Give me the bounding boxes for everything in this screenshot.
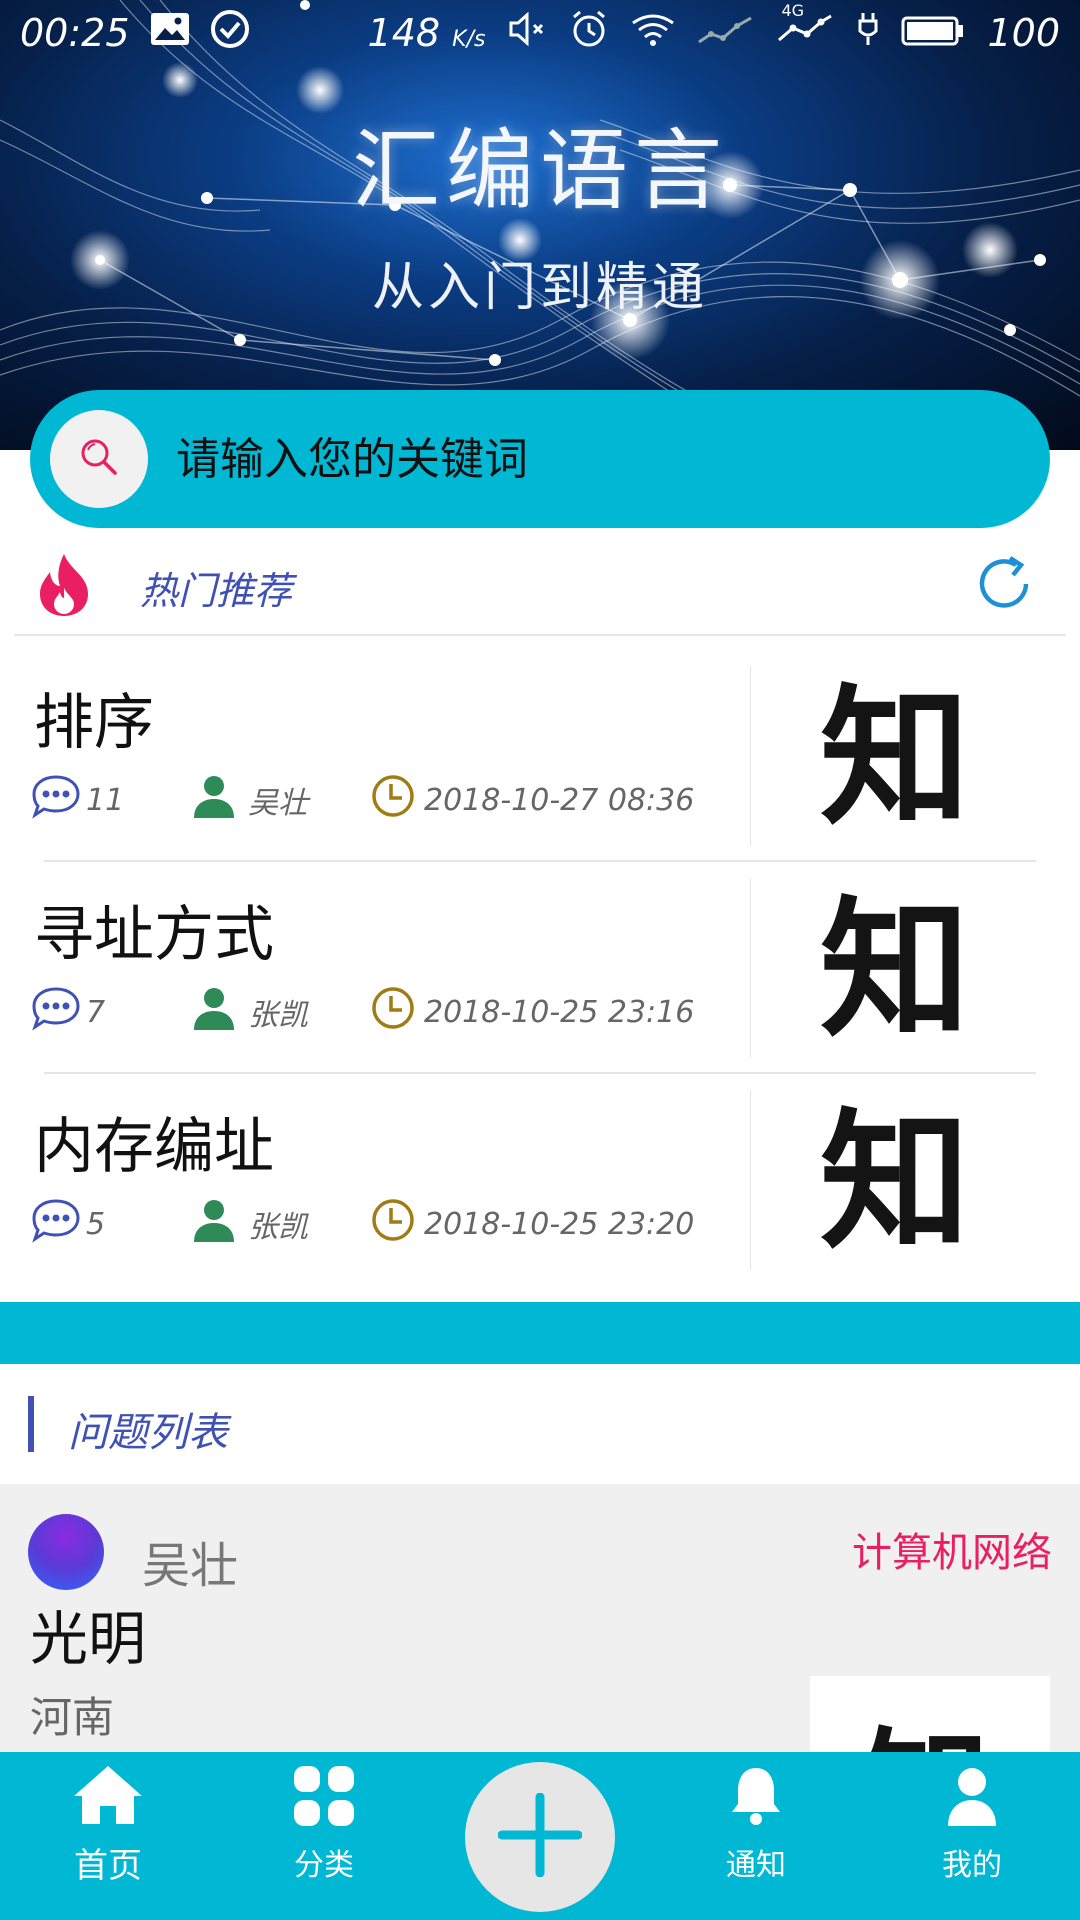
question-title: 光明	[30, 1605, 147, 1673]
nav-notify-label: 通知	[726, 1848, 786, 1883]
post-time: 2018-10-27 08:36	[370, 773, 694, 827]
thumbnail: 知	[819, 881, 970, 1058]
nav-category-label: 分类	[294, 1848, 354, 1883]
question-card[interactable]: 吴壮 计算机网络 光明 河南 知	[0, 1484, 1080, 1756]
alarm-icon	[569, 9, 609, 58]
question-location: 河南	[30, 1693, 115, 1742]
comment-count-value: 5	[86, 1206, 106, 1242]
nav-home[interactable]: 首页	[38, 1764, 178, 1914]
speed-value: 148	[367, 11, 441, 55]
fire-icon	[34, 552, 94, 622]
clock-icon	[370, 773, 416, 827]
post-time-value: 2018-10-27 08:36	[424, 782, 695, 818]
status-bar: 00:25 148 K/s 4G 100	[0, 0, 1080, 66]
refresh-icon[interactable]	[974, 554, 1036, 620]
hot-header: 热门推荐	[14, 540, 1066, 636]
thumbnail-glyph: 知	[860, 1686, 990, 1756]
search-button[interactable]	[50, 410, 148, 508]
status-time: 00:25	[20, 11, 130, 55]
banner: 00:25 148 K/s 4G 100 汇编语言 从入门到精通	[0, 0, 1080, 450]
nav-notify[interactable]: 通知	[686, 1764, 826, 1914]
wifi-icon	[631, 11, 675, 56]
image-icon	[150, 11, 190, 55]
avatar[interactable]	[28, 1514, 104, 1590]
bell-icon	[728, 1764, 784, 1832]
battery-level: 100	[987, 11, 1060, 55]
comment-icon	[30, 1197, 82, 1251]
user-icon	[190, 772, 238, 828]
nav-home-label: 首页	[74, 1846, 142, 1886]
plus-icon	[497, 1792, 583, 1881]
add-button[interactable]	[465, 1762, 615, 1912]
hot-item-meta: 11 吴壮 2018-10-27 08:36	[30, 775, 730, 825]
comment-icon	[30, 985, 82, 1039]
question-list-header: 问题列表	[0, 1364, 1080, 1484]
user-icon	[190, 984, 238, 1040]
question-thumbnail: 知	[810, 1676, 1050, 1756]
clock-icon	[370, 1197, 416, 1251]
comment-count: 5	[30, 1197, 190, 1251]
comment-icon	[30, 773, 82, 827]
thumbnail: 知	[819, 1093, 970, 1270]
hot-list: 排序 11 吴壮 2018-10-27 08:36 知 寻址方式 7 张凯 20…	[0, 650, 1080, 1286]
post-time: 2018-10-25 23:16	[370, 985, 694, 1039]
search-icon	[75, 433, 123, 485]
hot-item-title: 排序	[34, 688, 154, 758]
hot-item-title: 寻址方式	[34, 900, 274, 970]
hot-title: 热门推荐	[140, 568, 293, 613]
clock-icon	[370, 985, 416, 1039]
comment-count: 7	[30, 985, 190, 1039]
user-icon	[190, 1196, 238, 1252]
network-speed: 148 K/s	[368, 11, 486, 55]
nav-mine-label: 我的	[942, 1848, 1002, 1883]
nav-mine[interactable]: 我的	[902, 1764, 1042, 1914]
divider	[750, 878, 751, 1058]
hot-item-meta: 5 张凯 2018-10-25 23:20	[30, 1199, 730, 1249]
divider	[750, 666, 751, 846]
signal-icon	[697, 11, 753, 55]
section-separator	[0, 1302, 1080, 1364]
author: 吴壮	[190, 772, 370, 828]
hot-item[interactable]: 排序 11 吴壮 2018-10-27 08:36 知	[0, 650, 1080, 862]
author-name: 张凯	[248, 1210, 308, 1245]
check-circle-icon	[210, 9, 250, 58]
home-icon	[72, 1764, 144, 1830]
author: 张凯	[190, 1196, 370, 1252]
comment-count: 11	[30, 773, 190, 827]
author: 张凯	[190, 984, 370, 1040]
post-time-value: 2018-10-25 23:16	[424, 994, 695, 1030]
speed-unit: K/s	[452, 27, 486, 52]
person-icon	[944, 1764, 1000, 1832]
search-input[interactable]	[176, 433, 976, 485]
charging-icon	[857, 11, 879, 56]
network-type: 4G	[781, 1, 805, 20]
post-time: 2018-10-25 23:20	[370, 1197, 694, 1251]
author-name: 张凯	[248, 998, 308, 1033]
banner-subtitle: 从入门到精通	[371, 258, 708, 318]
question-category[interactable]: 计算机网络	[852, 1520, 1052, 1578]
divider	[750, 1090, 751, 1270]
banner-title: 汇编语言	[351, 119, 728, 222]
question-list-title: 问题列表	[68, 1410, 228, 1456]
hot-item-meta: 7 张凯 2018-10-25 23:16	[30, 987, 730, 1037]
question-author: 吴壮	[142, 1538, 239, 1594]
section-marker	[28, 1396, 34, 1452]
hot-item[interactable]: 寻址方式 7 张凯 2018-10-25 23:16 知	[0, 862, 1080, 1074]
comment-count-value: 11	[86, 782, 125, 818]
mute-icon	[507, 9, 547, 58]
thumbnail: 知	[819, 669, 970, 846]
bottom-nav: 首页 分类 通知 我的	[0, 1752, 1080, 1920]
battery-icon	[901, 11, 965, 55]
nav-category[interactable]: 分类	[254, 1764, 394, 1914]
network-4g-icon: 4G	[775, 1, 835, 55]
comment-count-value: 7	[86, 994, 106, 1030]
hot-item-title: 内存编址	[34, 1112, 274, 1182]
search-bar[interactable]	[30, 390, 1050, 528]
author-name: 吴壮	[248, 786, 308, 821]
post-time-value: 2018-10-25 23:20	[424, 1206, 695, 1242]
hot-item[interactable]: 内存编址 5 张凯 2018-10-25 23:20 知	[0, 1074, 1080, 1286]
grid-icon	[292, 1764, 356, 1832]
